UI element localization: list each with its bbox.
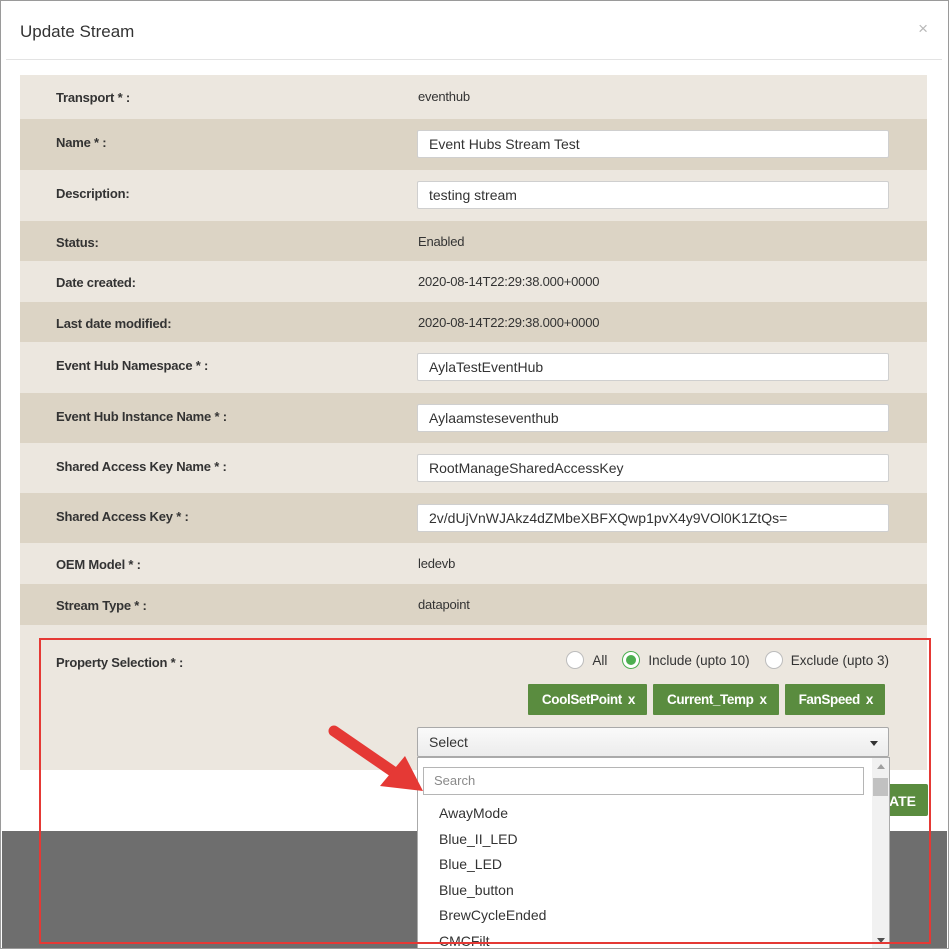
chip-label: CoolSetPoint <box>541 692 622 707</box>
key-name-input[interactable]: RootManageSharedAccessKey <box>417 454 889 482</box>
instance-name-input[interactable]: Aylaamsteseventhub <box>417 404 889 432</box>
status-value: Enabled <box>418 234 465 249</box>
radio-exclude-label: Exclude (upto 3) <box>790 652 889 668</box>
row-instance-name: Event Hub Instance Name * : Aylaamstesev… <box>20 393 927 443</box>
property-select[interactable]: Select <box>417 727 889 757</box>
chip-remove-icon[interactable]: x <box>866 692 874 707</box>
oem-model-label: OEM Model * : <box>56 557 141 572</box>
access-key-label: Shared Access Key * : <box>56 509 189 524</box>
property-select-value: Select <box>429 734 468 750</box>
row-name: Name * : Event Hubs Stream Test <box>20 119 927 170</box>
last-modified-value: 2020-08-14T22:29:38.000+0000 <box>418 315 600 330</box>
namespace-label: Event Hub Namespace * : <box>56 358 209 373</box>
radio-exclude[interactable]: Exclude (upto 3) <box>764 651 889 669</box>
date-created-value: 2020-08-14T22:29:38.000+0000 <box>418 274 600 289</box>
caret-down-icon <box>870 741 878 746</box>
oem-model-value: ledevb <box>418 556 456 571</box>
row-last-modified: Last date modified: 2020-08-14T22:29:38.… <box>20 302 927 342</box>
dropdown-option[interactable]: Blue_button <box>418 878 873 904</box>
dropdown-search-input[interactable]: Search <box>423 767 864 795</box>
radio-include-circle[interactable] <box>622 651 641 669</box>
row-namespace: Event Hub Namespace * : AylaTestEventHub <box>20 342 927 393</box>
name-input[interactable]: Event Hubs Stream Test <box>417 130 889 158</box>
radio-exclude-circle[interactable] <box>764 651 783 669</box>
row-oem-model: OEM Model * : ledevb <box>20 543 927 584</box>
screenshot-frame: Update Stream × Transport * : eventhub N… <box>0 0 949 949</box>
radio-include[interactable]: Include (upto 10) <box>622 651 750 669</box>
description-input[interactable]: testing stream <box>417 181 889 209</box>
property-chip[interactable]: Current_Temp x <box>652 684 779 715</box>
modal-title: Update Stream <box>20 22 135 41</box>
dropdown-scrollbar[interactable] <box>872 758 889 948</box>
radio-include-label: Include (upto 10) <box>648 652 750 668</box>
status-label: Status: <box>56 235 99 250</box>
selected-properties: CoolSetPoint x Current_Temp x FanSpeed x <box>522 684 885 715</box>
modal-header: Update Stream × <box>6 5 942 60</box>
instance-name-label: Event Hub Instance Name * : <box>56 409 227 424</box>
dropdown-option[interactable]: BrewCycleEnded <box>418 903 873 929</box>
dropdown-option[interactable]: CMCFilt <box>418 929 873 948</box>
row-transport: Transport * : eventhub <box>20 75 927 119</box>
scroll-down-icon[interactable] <box>877 938 885 943</box>
row-key-name: Shared Access Key Name * : RootManageSha… <box>20 443 927 493</box>
scroll-up-icon[interactable] <box>877 764 885 769</box>
chip-label: Current_Temp <box>666 692 754 707</box>
chip-remove-icon[interactable]: x <box>759 692 767 707</box>
stream-type-value: datapoint <box>418 597 470 612</box>
row-stream-type: Stream Type * : datapoint <box>20 584 927 625</box>
radio-all[interactable]: All <box>566 651 607 669</box>
property-chip[interactable]: CoolSetPoint x <box>527 684 647 715</box>
description-label: Description: <box>56 186 130 201</box>
update-button-label: ATE <box>889 793 916 809</box>
access-key-input[interactable]: 2v/dUjVnWJAkz4dZMbeXBFXQwp1pvX4y9VOl0K1Z… <box>417 504 889 532</box>
transport-label: Transport * : <box>56 90 130 105</box>
name-label: Name * : <box>56 135 107 150</box>
chip-remove-icon[interactable]: x <box>628 692 636 707</box>
transport-value: eventhub <box>418 89 470 104</box>
row-access-key: Shared Access Key * : 2v/dUjVnWJAkz4dZMb… <box>20 493 927 543</box>
dropdown-option[interactable]: Blue_II_LED <box>418 827 873 853</box>
dropdown-option[interactable]: AwayMode <box>418 801 873 827</box>
update-stream-modal: Update Stream × Transport * : eventhub N… <box>6 5 942 831</box>
dropdown-option[interactable]: Blue_LED <box>418 852 873 878</box>
property-chip[interactable]: FanSpeed x <box>784 684 885 715</box>
stream-form: Transport * : eventhub Name * : Event Hu… <box>20 75 927 770</box>
close-icon[interactable]: × <box>918 19 928 39</box>
row-description: Description: testing stream <box>20 170 927 221</box>
row-date-created: Date created: 2020-08-14T22:29:38.000+00… <box>20 261 927 302</box>
date-created-label: Date created: <box>56 275 136 290</box>
dropdown-options: AwayMode Blue_II_LED Blue_LED Blue_butto… <box>418 801 873 948</box>
property-selection-label: Property Selection * : <box>56 655 184 670</box>
radio-all-circle[interactable] <box>566 651 585 669</box>
scroll-thumb[interactable] <box>873 778 888 796</box>
row-status: Status: Enabled <box>20 221 927 261</box>
key-name-label: Shared Access Key Name * : <box>56 459 227 474</box>
stream-type-label: Stream Type * : <box>56 598 147 613</box>
row-property-selection: Property Selection * : All Include (upto… <box>20 625 927 770</box>
property-mode-radios: All Include (upto 10) Exclude (upto 3) <box>551 651 889 669</box>
chip-label: FanSpeed <box>798 692 861 707</box>
property-dropdown: Search AwayMode Blue_II_LED Blue_LED Blu… <box>417 757 890 948</box>
last-modified-label: Last date modified: <box>56 316 172 331</box>
namespace-input[interactable]: AylaTestEventHub <box>417 353 889 381</box>
radio-all-label: All <box>592 652 608 668</box>
